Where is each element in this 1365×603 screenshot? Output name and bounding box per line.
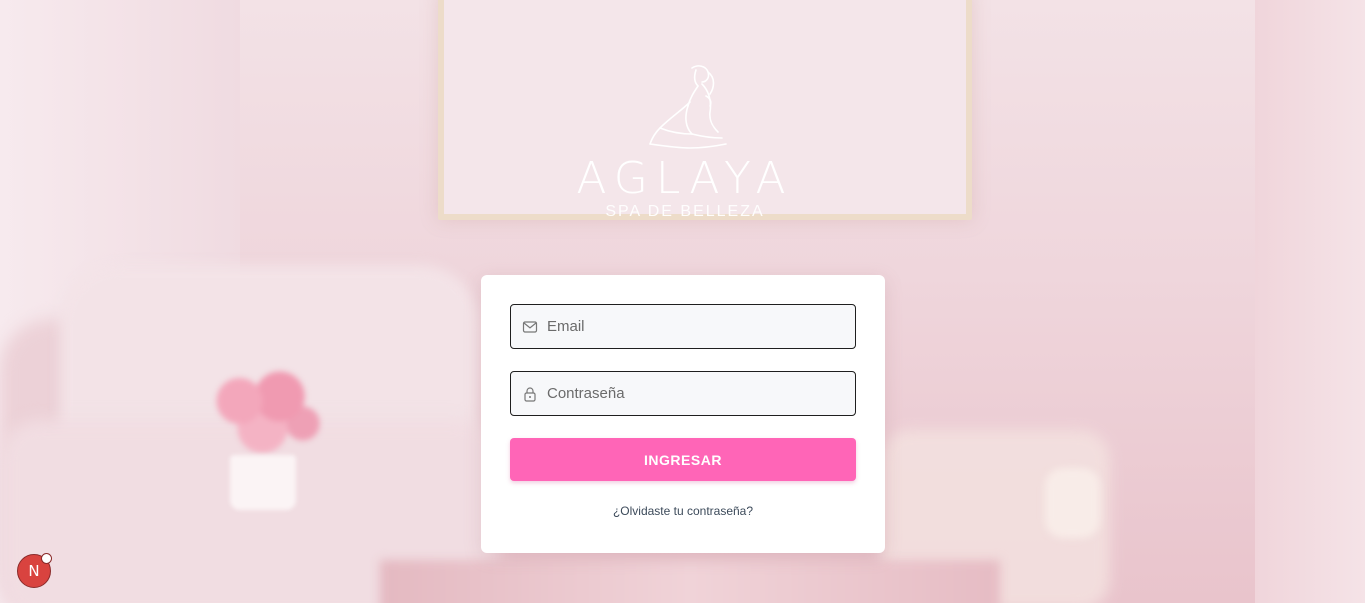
- woman-figure-icon: [649, 65, 727, 149]
- badge-dot: [41, 553, 52, 564]
- background-wall-right: [1255, 0, 1365, 603]
- background-chair-detail: [1045, 468, 1100, 538]
- brand-logo: AGLAYA SPA DE BELLEZA: [560, 62, 810, 242]
- password-input[interactable]: [547, 372, 843, 415]
- background-vase: [230, 455, 296, 510]
- brand-name: AGLAYA: [576, 153, 794, 204]
- mail-icon: [522, 321, 538, 333]
- floating-n-badge[interactable]: N: [17, 553, 52, 588]
- login-card: INGRESAR ¿Olvidaste tu contraseña?: [481, 275, 885, 553]
- forgot-password-link[interactable]: ¿Olvidaste tu contraseña?: [481, 504, 885, 518]
- brand-tagline: SPA DE BELLEZA: [605, 203, 765, 220]
- background-flowers: [205, 365, 320, 455]
- email-input[interactable]: [547, 305, 843, 348]
- lock-icon: [524, 387, 536, 402]
- badge-letter: N: [28, 562, 40, 580]
- password-field[interactable]: [510, 371, 856, 416]
- login-button[interactable]: INGRESAR: [510, 438, 856, 481]
- background-floor: [380, 560, 1000, 603]
- email-field[interactable]: [510, 304, 856, 349]
